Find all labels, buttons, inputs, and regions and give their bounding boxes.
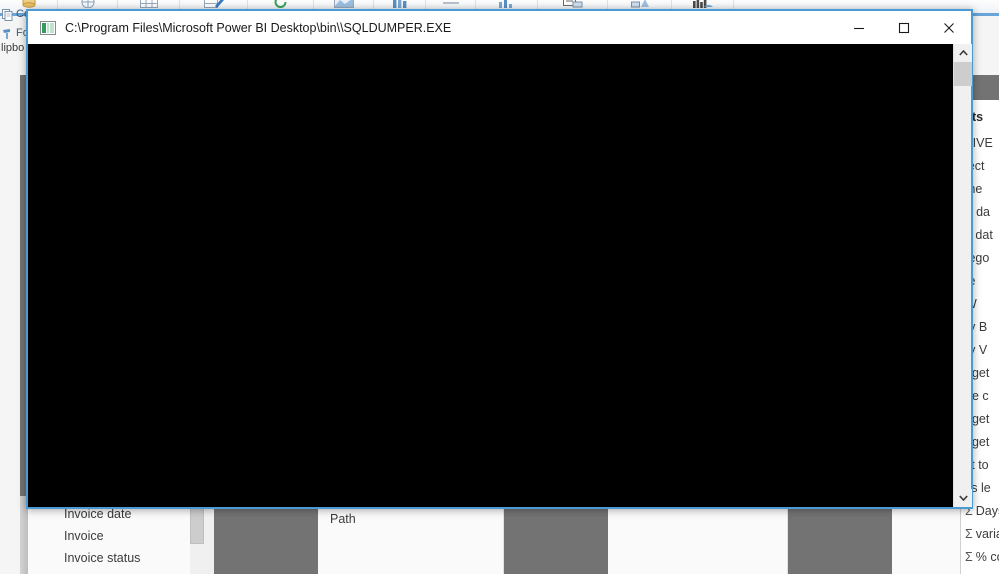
fields-pane-item-label: % comp [975,550,999,564]
console-output-text [28,44,971,48]
fields-pane-item[interactable]: Σvarianc [961,523,999,546]
scroll-down-arrow-icon[interactable] [954,489,972,507]
console-app-icon [40,20,56,35]
copy-icon [2,8,13,21]
console-scrollbar[interactable] [953,44,972,507]
sqldumper-console-window[interactable]: C:\Program Files\Microsoft Power BI Desk… [26,9,973,509]
measure-sigma-icon: Σ [965,527,973,541]
format-painter-icon [2,27,13,39]
grid-field-list: Invoice date Invoice Invoice status [64,503,140,569]
close-button[interactable] [926,11,971,44]
fields-pane-item-label: Days co [975,504,999,518]
window-controls [836,11,971,44]
maximize-button[interactable] [881,11,926,44]
minimize-button[interactable] [836,11,881,44]
grid-column-header: Path [330,512,356,526]
scroll-up-arrow-icon[interactable] [954,44,972,62]
fields-pane-item[interactable]: Σ% comp [961,546,999,569]
console-title-bar[interactable]: C:\Program Files\Microsoft Power BI Desk… [28,11,971,44]
screen-root: Co Fo lipbo Path Invoice date Invoice Invo… [0,0,999,574]
measure-sigma-icon: Σ [965,550,973,564]
console-scroll-thumb[interactable] [954,62,972,86]
console-output-area[interactable] [28,44,972,507]
console-title-text: C:\Program Files\Microsoft Power BI Desk… [65,20,452,35]
fields-pane-item-label: varianc [975,527,999,541]
grid-field-item[interactable]: Invoice status [64,547,140,569]
grid-field-item[interactable]: Invoice [64,525,140,547]
